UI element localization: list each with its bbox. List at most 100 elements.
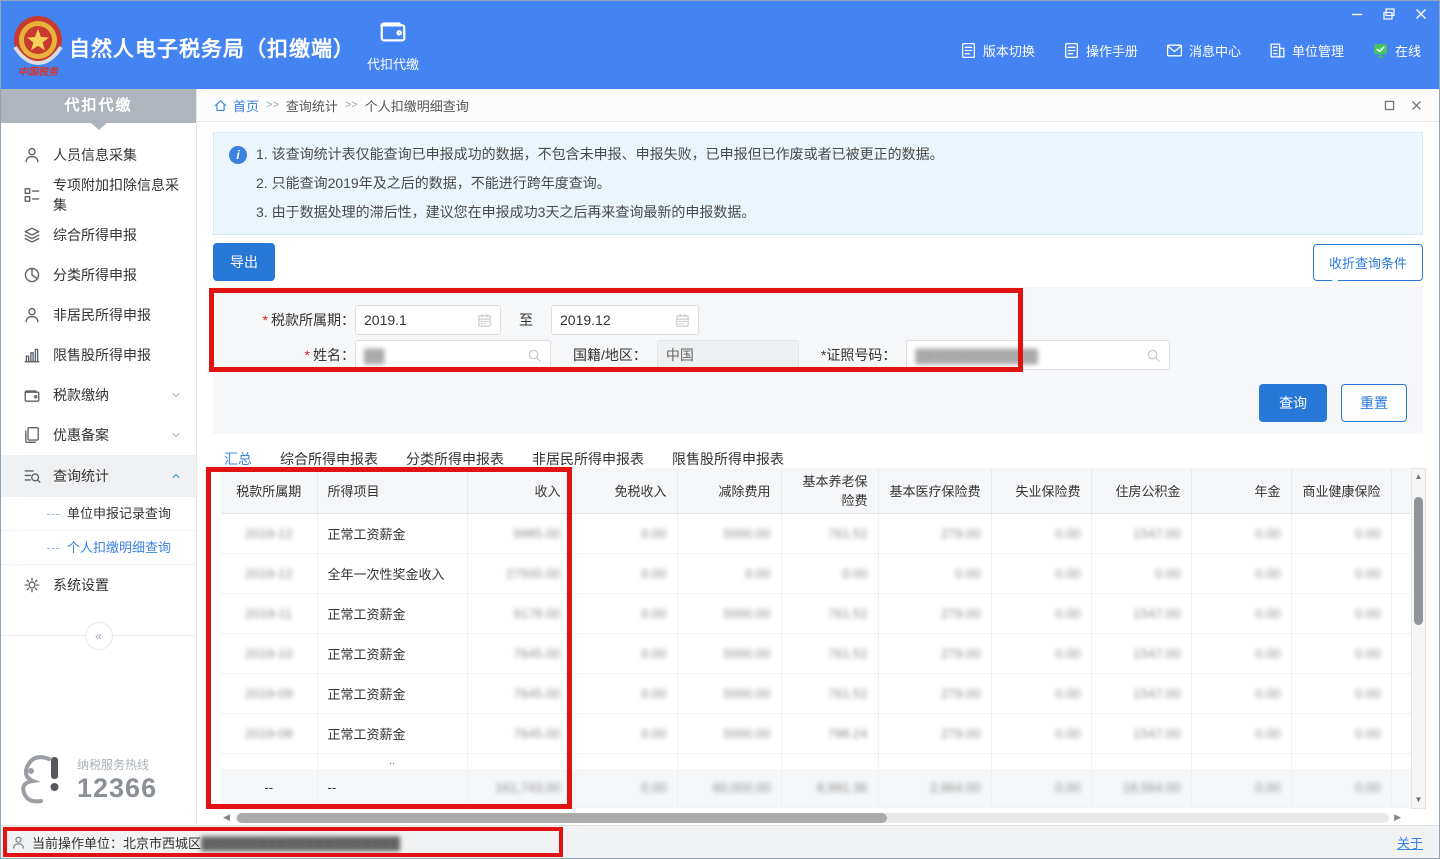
status-bar: 当前操作单位： 北京市西城区 ▓▓▓▓▓▓▓▓▓▓▓▓▓▓▓▓▓▓▓▓▓ 关于 <box>1 825 1439 858</box>
vertical-scroll-thumb[interactable] <box>1414 497 1423 625</box>
table-row[interactable]: .. <box>221 753 1411 769</box>
tax-hotline-logo: 纳税服务热线 12366 <box>11 751 157 809</box>
id-number-input[interactable]: ▓▓▓▓▓▓▓▓▓▓▓▓ <box>906 340 1170 370</box>
sidebar-item-4[interactable]: 非居民所得申报 <box>1 295 196 335</box>
table-row[interactable]: 2019-09正常工资薪金7645.000.005000.00761.52279… <box>221 673 1411 713</box>
module-tab-label: 代扣代缴 <box>349 54 437 73</box>
name-input[interactable]: ▓▓ <box>355 340 551 370</box>
scroll-up-icon[interactable]: ▲ <box>1412 471 1425 483</box>
search-stats-icon <box>23 467 41 485</box>
sidebar-item-5[interactable]: 限售股所得申报 <box>1 335 196 375</box>
svg-text:中国税务: 中国税务 <box>18 66 60 78</box>
cell-value: 0.00 <box>1255 566 1280 581</box>
current-unit-value: 北京市西城区 <box>123 833 201 852</box>
calendar-icon[interactable] <box>675 313 690 328</box>
panel-maximize-icon[interactable] <box>1383 99 1396 112</box>
cell-value: 9985.00 <box>514 526 561 541</box>
period-to-input[interactable]: 2019.12 <box>551 305 699 335</box>
column-header-0: 税款所属期 <box>221 468 317 513</box>
cell-value: 0.00 <box>1155 566 1180 581</box>
wallet-icon <box>378 32 408 49</box>
hotline-number: 12366 <box>77 773 157 803</box>
cell-value: 1547.00 <box>1134 526 1181 541</box>
cell-value: 0.00 <box>1355 686 1380 701</box>
table-row[interactable]: 2019-12全年一次性奖金收入27500.000.000.000.000.00… <box>221 553 1411 593</box>
sidebar-subitem-1[interactable]: 个人扣缴明细查询 <box>1 530 196 564</box>
panel-close-icon[interactable] <box>1410 99 1423 112</box>
app-window: 中国税务 自然人电子税务局（扣缴端） 代扣代缴 版本切换操作手册消息中心单位管理… <box>0 0 1440 859</box>
horizontal-scroll-thumb[interactable] <box>237 813 887 823</box>
cell-value: 1547.00 <box>1134 686 1181 701</box>
breadcrumb-item: 查询统计 <box>286 96 338 115</box>
cell-value: 9178.00 <box>514 606 561 621</box>
vertical-scrollbar[interactable]: ▲ ▼ <box>1411 468 1426 809</box>
cell-value: 18,564.00 <box>1123 780 1181 795</box>
table-total-row[interactable]: ----161,743.000.0060,000.008,991.362,964… <box>221 769 1411 807</box>
sidebar-item-0[interactable]: 人员信息采集 <box>1 135 196 175</box>
top-menu-item-4[interactable]: 在线 <box>1372 41 1421 60</box>
breadcrumb-home[interactable]: 首页 <box>233 96 259 115</box>
name-label: *姓名： <box>213 345 355 365</box>
cell-value: 0.00 <box>1055 726 1080 741</box>
sidebar-item-7[interactable]: 优惠备案 <box>1 415 196 455</box>
table-row[interactable]: 2019-12正常工资薪金9985.000.005000.00761.52279… <box>221 513 1411 553</box>
cell-value: 0.00 <box>1355 726 1380 741</box>
export-button[interactable]: 导出 <box>213 243 275 281</box>
scroll-right-icon[interactable]: ▶ <box>1394 812 1401 823</box>
cell-value: 761.52 <box>828 646 868 661</box>
sidebar-item-9[interactable]: 系统设置 <box>1 565 196 605</box>
top-menu-item-0[interactable]: 版本切换 <box>960 41 1035 60</box>
window-controls <box>1349 6 1429 22</box>
sidebar-item-3[interactable]: 分类所得申报 <box>1 255 196 295</box>
cell-value: 0.00 <box>1255 526 1280 541</box>
table-row[interactable]: 2019-10正常工资薪金7645.000.005000.00761.52279… <box>221 633 1411 673</box>
reset-button[interactable]: 重置 <box>1341 384 1407 422</box>
table-row[interactable]: 2019-08正常工资薪金7645.000.005000.00798.24279… <box>221 713 1411 753</box>
column-header-2: 收入 <box>467 468 571 513</box>
scroll-down-icon[interactable]: ▼ <box>1412 794 1425 806</box>
sidebar-collapse-row: « <box>1 621 196 651</box>
period-from-input[interactable]: 2019.1 <box>355 305 501 335</box>
close-icon[interactable] <box>1413 6 1429 22</box>
pie-chart-icon <box>23 266 41 284</box>
national-emblem-logo: 中国税务 <box>9 13 67 79</box>
cell-value: 正常工资薪金 <box>328 647 406 662</box>
breadcrumb-separator: >> <box>266 99 279 111</box>
minimize-icon[interactable] <box>1349 6 1365 22</box>
table-row[interactable]: 2019-11正常工资薪金9178.000.005000.00761.52279… <box>221 593 1411 633</box>
cell-value: 2019-08 <box>245 726 293 741</box>
cell-value: 761.52 <box>828 606 868 621</box>
module-tab-withholding[interactable]: 代扣代缴 <box>349 15 437 73</box>
search-icon[interactable] <box>527 348 542 363</box>
sidebar-subtree: 单位申报记录查询个人扣缴明细查询 <box>1 496 196 564</box>
scroll-left-icon[interactable]: ◀ <box>223 812 230 823</box>
top-menu-item-1[interactable]: 操作手册 <box>1063 41 1138 60</box>
calendar-icon[interactable] <box>477 313 492 328</box>
cell-value: .. <box>389 755 395 767</box>
top-menu-item-3[interactable]: 单位管理 <box>1269 41 1344 60</box>
about-link[interactable]: 关于 <box>1397 833 1423 852</box>
sidebar-item-6[interactable]: 税款缴纳 <box>1 375 196 415</box>
sidebar-item-8[interactable]: 查询统计 <box>1 456 196 496</box>
sidebar-item-2[interactable]: 综合所得申报 <box>1 215 196 255</box>
search-icon[interactable] <box>1146 348 1161 363</box>
cell-value: -- <box>264 780 273 795</box>
sidebar: 代扣代缴 人员信息采集专项附加扣除信息采集综合所得申报分类所得申报非居民所得申报… <box>1 89 197 825</box>
sidebar-item-label: 优惠备案 <box>53 425 109 445</box>
restore-icon[interactable] <box>1381 6 1397 22</box>
cell-value: 27500.00 <box>506 566 560 581</box>
sidebar-subitem-0[interactable]: 单位申报记录查询 <box>1 496 196 530</box>
top-menu-item-2[interactable]: 消息中心 <box>1166 41 1241 60</box>
sidebar-collapse-button[interactable]: « <box>85 622 113 650</box>
collapse-query-button[interactable]: 收折查询条件 <box>1313 244 1423 281</box>
table-header-row: 税款所属期所得项目收入免税收入减除费用基本养老保险费基本医疗保险费失业保险费住房… <box>221 468 1411 513</box>
form-actions: 查询 重置 <box>213 384 1407 422</box>
cell-value: 0.00 <box>641 780 666 795</box>
cell-value: 0.00 <box>1355 526 1380 541</box>
cell-value: 7645.00 <box>514 726 561 741</box>
horizontal-scrollbar[interactable]: ◀ ▶ <box>223 811 1401 825</box>
sidebar-item-1[interactable]: 专项附加扣除信息采集 <box>1 175 196 215</box>
column-header-3: 免税收入 <box>571 468 677 513</box>
query-button[interactable]: 查询 <box>1259 384 1327 422</box>
person-icon <box>11 835 26 850</box>
